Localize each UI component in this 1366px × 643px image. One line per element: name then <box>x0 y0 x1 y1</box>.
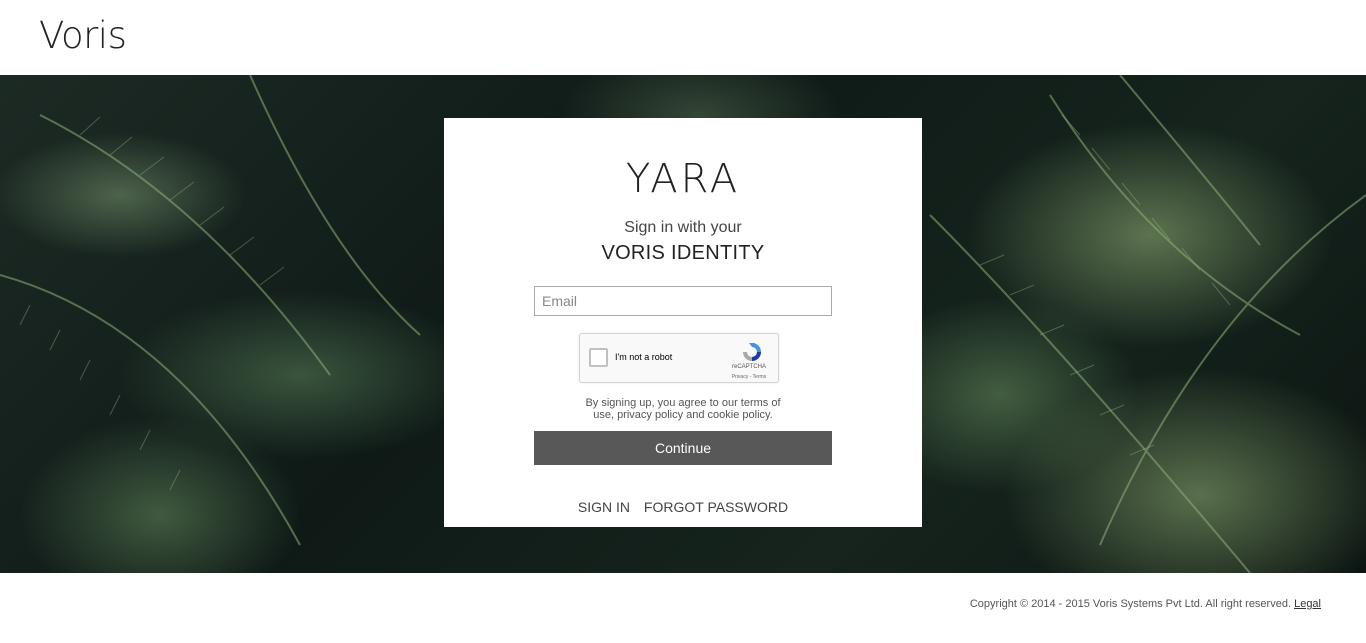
captcha-checkbox[interactable] <box>589 348 608 367</box>
recaptcha-brand: reCAPTCHA <box>731 364 766 370</box>
recaptcha-privacy-terms[interactable]: Privacy - Terms <box>723 374 775 380</box>
recaptcha-icon <box>743 343 761 361</box>
brand-logo[interactable]: Voris <box>39 14 127 57</box>
copyright-text: Copyright © 2014 - 2015 Voris Systems Pv… <box>969 598 1292 610</box>
sign-in-link[interactable]: SIGN IN <box>578 499 630 515</box>
top-bar: Voris <box>0 0 1366 75</box>
recaptcha-widget: I'm not a robot reCAPTCHA Privacy - Term… <box>579 333 779 383</box>
forgot-password-link[interactable]: FORGOT PASSWORD <box>644 499 788 515</box>
footer: Copyright © 2014 - 2015 Voris Systems Pv… <box>970 598 1321 610</box>
continue-button[interactable]: Continue <box>534 431 832 465</box>
legal-link[interactable]: Legal <box>1294 598 1321 610</box>
terms-text: By signing up, you agree to our terms of… <box>585 397 781 421</box>
subtitle-line1: Sign in with your <box>624 219 742 236</box>
auth-links: SIGN IN FORGOT PASSWORD <box>444 499 922 515</box>
subtitle-line2: VORIS IDENTITY <box>601 242 765 264</box>
captcha-label: I'm not a robot <box>615 352 673 362</box>
login-card: YARA Sign in with your VORIS IDENTITY I'… <box>444 118 922 527</box>
app-title: YARA <box>625 156 741 202</box>
email-field[interactable] <box>534 286 832 316</box>
